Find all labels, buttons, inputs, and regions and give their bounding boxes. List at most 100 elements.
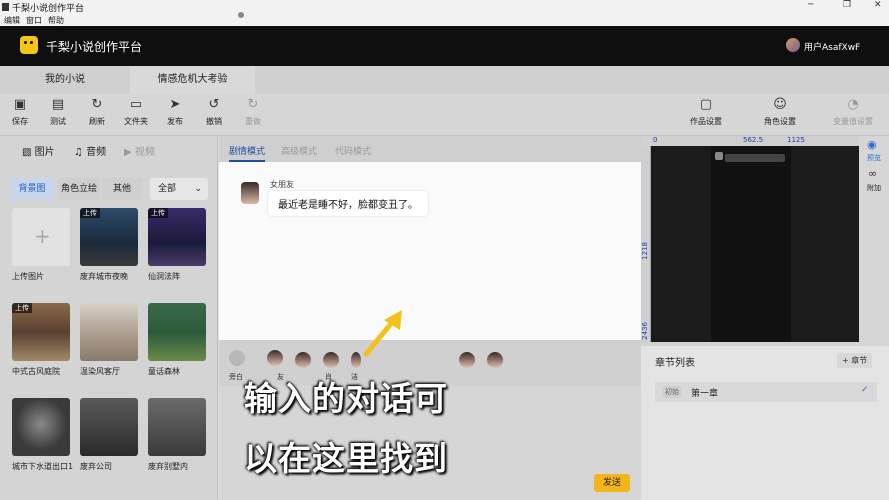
phone-preview (711, 146, 791, 342)
tab-my-novels[interactable]: 我的小说 (0, 66, 130, 94)
character-avatar[interactable] (459, 352, 475, 368)
tile-caption: 仙洞法阵 (148, 272, 180, 281)
plus-icon: + (34, 224, 51, 248)
media-tab-audio[interactable]: ♫ 音频 (74, 143, 106, 158)
tile-caption: 城市下水道出口1 (12, 462, 74, 471)
char-label: 旁白 (229, 373, 243, 381)
add-chapter-button[interactable]: + 章节 (837, 353, 873, 368)
folder-icon: ▭ (129, 97, 143, 112)
media-tab-images[interactable]: ▧ 图片 (22, 143, 55, 158)
app-name: 千梨小说创作平台 (46, 40, 143, 54)
bg-tile[interactable]: 上传 (80, 208, 138, 266)
chapter-name: 第一章 (691, 389, 719, 399)
narrator-avatar[interactable] (229, 350, 245, 366)
bg-tile[interactable] (80, 303, 138, 361)
undo-button[interactable]: ↺ 撤销 (194, 98, 234, 127)
test-icon: ▤ (51, 97, 65, 112)
menu-help[interactable]: 帮助 (48, 15, 64, 26)
character-avatar[interactable] (487, 352, 503, 368)
speaker-avatar (241, 182, 259, 204)
menu-edit[interactable]: 编辑 (4, 15, 20, 26)
tile-caption: 废弃公司 (80, 462, 112, 471)
tile-caption: 温染风客厅 (80, 367, 120, 376)
app-logo (20, 36, 38, 54)
close-icon[interactable]: ✕ (874, 0, 882, 10)
tile-caption: 废弃别墅内 (148, 462, 188, 471)
character-settings-icon: ☺ (773, 97, 787, 112)
image-icon: ▧ (22, 147, 35, 158)
toolbar: ▣ 保存 ▤ 测试 ↻ 刷新 ▭ 文件夹 ➤ 发布 ↺ 撤销 ↻ 重做 ▢ 作品设置 ☺ 角色设置… (0, 94, 889, 136)
bg-tile[interactable] (148, 303, 206, 361)
chapter-row[interactable] (655, 382, 877, 402)
arrow-annotation-icon (363, 310, 402, 357)
menu-bar: 编辑 窗口 帮助 (0, 14, 889, 26)
work-settings-button[interactable]: ▢ 作品设置 (686, 98, 726, 127)
link-icon[interactable]: ∞ (868, 167, 877, 180)
publish-icon: ➤ (169, 97, 181, 112)
unsaved-dot-icon (238, 12, 244, 18)
overlay-caption-line2: 以在这里找到 (244, 439, 448, 478)
user-name[interactable]: 用户AsafXwF (804, 40, 860, 53)
media-tab-video[interactable]: ▶ 视频 (124, 143, 155, 158)
media-panel: ▧ 图片 ♫ 音频 ▶ 视频 背景图 角色立绘 其他 全部 ⌄ + 上传图片 上传… (0, 136, 218, 500)
subtab-other[interactable]: 其他 (102, 178, 142, 200)
bg-tile[interactable] (12, 398, 70, 456)
attach-button[interactable]: 附加 (867, 183, 881, 193)
work-settings-icon: ▢ (699, 97, 713, 112)
preview-avatar (715, 152, 723, 160)
refresh-icon: ↻ (91, 97, 103, 112)
check-icon: ✓ (861, 385, 869, 395)
dialogue-bubble[interactable]: 最近老是睡不好，脸都变丑了。 (268, 191, 428, 216)
tab-current-novel[interactable]: 情感危机大考验 (130, 66, 255, 94)
bg-tile[interactable] (148, 398, 206, 456)
tile-caption: 中式古风庭院 (12, 367, 60, 376)
bg-tile[interactable]: 上传 (148, 208, 206, 266)
character-settings-button[interactable]: ☺ 角色设置 (760, 98, 800, 127)
chapter-panel (641, 346, 889, 500)
subtab-backgrounds[interactable]: 背景图 (10, 178, 54, 200)
redo-button[interactable]: ↻ 重做 (233, 98, 273, 127)
bg-tile[interactable] (80, 398, 138, 456)
bg-tile[interactable]: 上传 (12, 303, 70, 361)
restore-icon[interactable]: ❐ (843, 0, 851, 10)
tile-caption: 上传图片 (12, 272, 44, 281)
mode-tab-code[interactable]: 代码模式 (335, 144, 371, 157)
chapter-tag: 初始 (662, 386, 682, 398)
menu-window[interactable]: 窗口 (26, 15, 42, 26)
character-avatar[interactable] (267, 350, 283, 366)
publish-button[interactable]: ➤ 发布 (155, 98, 195, 127)
music-icon: ♫ (74, 147, 87, 158)
user-avatar[interactable] (786, 38, 800, 52)
app-icon (2, 3, 9, 11)
gauge-icon: ◔ (847, 97, 859, 112)
test-button[interactable]: ▤ 测试 (38, 98, 78, 127)
overlay-caption-line1: 输入的对话可 (244, 379, 448, 418)
save-button[interactable]: ▣ 保存 (0, 98, 40, 127)
minimize-icon[interactable]: ─ (808, 0, 813, 10)
mode-tab-advanced[interactable]: 高级模式 (281, 144, 317, 157)
folder-button[interactable]: ▭ 文件夹 (116, 98, 156, 127)
video-icon: ▶ (124, 147, 135, 158)
speaker-name: 女朋友 (270, 180, 294, 189)
variable-settings-button[interactable]: ◔ 变量值设置 (830, 98, 876, 127)
eye-icon[interactable]: ◉ (867, 138, 877, 151)
preview-button[interactable]: 预览 (867, 153, 881, 163)
ruler-horizontal: 0 562.5 1125 (651, 136, 859, 146)
upload-image-tile[interactable]: + (12, 208, 70, 266)
preview-bubble (725, 154, 785, 162)
app-header: 千梨小说创作平台 用户AsafXwF (0, 26, 889, 66)
character-avatar[interactable] (323, 352, 339, 368)
character-avatar[interactable] (295, 352, 311, 368)
subtab-characters[interactable]: 角色立绘 (58, 178, 100, 200)
undo-icon: ↺ (208, 97, 220, 112)
mode-tab-story[interactable]: 剧情模式 (229, 144, 266, 162)
refresh-button[interactable]: ↻ 刷新 (77, 98, 117, 127)
filter-select[interactable]: 全部 ⌄ (150, 178, 208, 200)
tile-caption: 废弃城市夜晚 (80, 272, 128, 281)
title-bar: 千梨小说创作平台 ─ ❐ ✕ (0, 0, 889, 14)
document-tabs: 我的小说 情感危机大考验 (0, 66, 889, 94)
send-button[interactable]: 发送 (594, 474, 630, 492)
chapter-list-title: 章节列表 (655, 358, 695, 369)
preview-sidebar: ◉ 预览 ∞ 附加 (859, 136, 889, 346)
ruler-vertical: 1218 2436 (641, 146, 651, 342)
